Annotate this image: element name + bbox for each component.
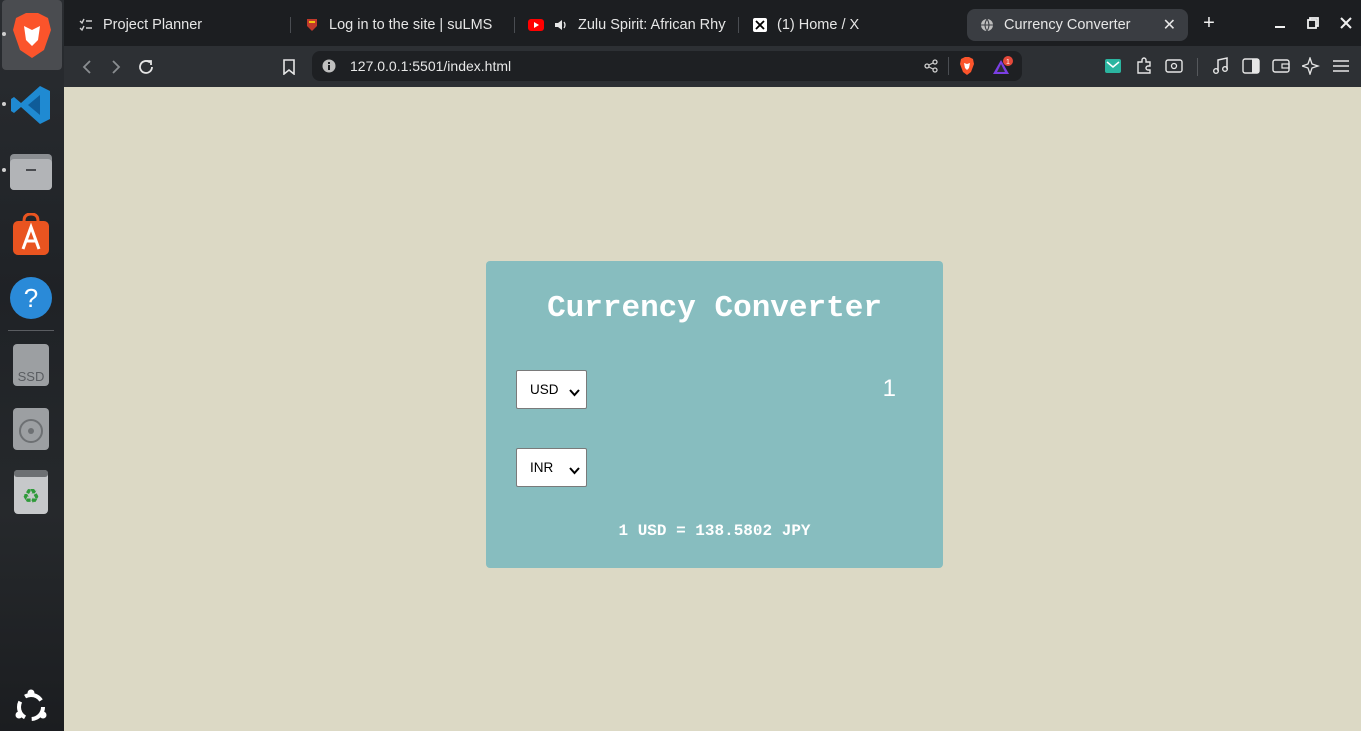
- web-page-content: Currency Converter USD 1 INR 1 USD = 138…: [64, 87, 1361, 731]
- vscode-dock-icon[interactable]: [8, 82, 54, 128]
- svg-text:1: 1: [1006, 59, 1010, 66]
- ubuntu-dock: ? SSD ♻: [0, 0, 64, 731]
- to-currency-value: INR: [530, 460, 554, 475]
- page-title: Currency Converter: [547, 291, 882, 326]
- new-tab-button[interactable]: +: [1201, 12, 1217, 34]
- tab-label: Currency Converter: [1004, 17, 1131, 33]
- trash-dock-icon[interactable]: ♻: [8, 469, 54, 515]
- converter-card: Currency Converter USD 1 INR 1 USD = 138…: [486, 261, 943, 568]
- files-dock-icon[interactable]: [8, 148, 54, 194]
- x-logo-icon: [752, 17, 768, 33]
- ssd-drive-dock-icon[interactable]: SSD: [8, 342, 54, 388]
- amount-input[interactable]: 1: [883, 375, 896, 403]
- wallet-icon[interactable]: [1271, 56, 1291, 76]
- sidebar-toggle-icon[interactable]: [1241, 56, 1261, 76]
- show-apps-icon[interactable]: [8, 684, 54, 730]
- brave-browser-dock-icon[interactable]: [2, 0, 62, 70]
- youtube-icon: [528, 17, 544, 33]
- maximize-window-icon[interactable]: [1305, 15, 1321, 31]
- tab-label: Log in to the site | suLMS: [329, 17, 493, 33]
- tab-label: (1) Home / X: [777, 17, 860, 33]
- svg-text:SSD: SSD: [18, 369, 45, 384]
- from-currency-value: USD: [530, 382, 559, 397]
- help-dock-icon[interactable]: ?: [8, 275, 54, 321]
- close-window-icon[interactable]: [1338, 15, 1354, 31]
- url-text: 127.0.0.1:5501/index.html: [350, 58, 512, 74]
- media-music-icon[interactable]: [1211, 56, 1231, 76]
- bookmark-icon[interactable]: [278, 56, 300, 78]
- tab-zulu-spirit[interactable]: Zulu Spirit: African Rhyt: [528, 9, 726, 41]
- leo-ai-icon[interactable]: [1301, 56, 1321, 76]
- share-icon[interactable]: [924, 59, 938, 78]
- minimize-window-icon[interactable]: [1272, 15, 1288, 31]
- tab-label: Project Planner: [103, 17, 203, 33]
- tab-separator: [738, 17, 739, 33]
- to-currency-select[interactable]: INR: [516, 448, 587, 487]
- running-indicator: [2, 168, 6, 172]
- forward-button[interactable]: [105, 56, 127, 78]
- app-center-dock-icon[interactable]: [8, 212, 54, 258]
- hamburger-menu-icon[interactable]: [1331, 56, 1351, 76]
- shield-crest-icon: [304, 17, 320, 33]
- tab-separator: [290, 17, 291, 33]
- reload-button[interactable]: [135, 56, 157, 78]
- close-tab-icon[interactable]: ✕: [1163, 15, 1176, 35]
- svg-text:♻: ♻: [22, 484, 40, 508]
- tab-project-planner[interactable]: Project Planner: [78, 9, 288, 41]
- email-extension-icon[interactable]: [1103, 56, 1123, 76]
- brave-rewards-icon[interactable]: 1: [992, 56, 1014, 81]
- from-currency-select[interactable]: USD: [516, 370, 587, 409]
- toolbar-divider: [1197, 58, 1198, 76]
- speaker-icon[interactable]: [553, 17, 569, 33]
- optical-drive-dock-icon[interactable]: [8, 406, 54, 452]
- globe-icon: [979, 17, 995, 33]
- chevron-down-icon: [569, 463, 580, 478]
- address-bar-divider: [948, 57, 949, 75]
- svg-text:?: ?: [24, 283, 38, 313]
- tab-sulms-login[interactable]: Log in to the site | suLMS: [304, 9, 514, 41]
- back-button[interactable]: [76, 56, 98, 78]
- tab-currency-converter[interactable]: Currency Converter ✕: [967, 9, 1188, 41]
- address-bar[interactable]: 127.0.0.1:5501/index.html 1: [312, 51, 1022, 81]
- tab-x-home[interactable]: (1) Home / X: [752, 9, 952, 41]
- checklist-icon: [78, 17, 94, 33]
- extensions-puzzle-icon[interactable]: [1134, 56, 1154, 76]
- chevron-down-icon: [569, 385, 580, 400]
- screenshot-extension-icon[interactable]: [1164, 56, 1184, 76]
- tab-separator: [514, 17, 515, 33]
- running-indicator: [2, 32, 6, 36]
- browser-tab-bar: Project Planner Log in to the site | suL…: [64, 0, 1361, 46]
- site-info-icon[interactable]: [322, 59, 336, 78]
- exchange-rate-text: 1 USD = 138.5802 JPY: [618, 522, 811, 540]
- dock-separator: [8, 330, 54, 331]
- browser-toolbar: 127.0.0.1:5501/index.html 1: [64, 46, 1361, 87]
- running-indicator: [2, 102, 6, 106]
- brave-shields-icon[interactable]: [958, 56, 976, 81]
- tab-label: Zulu Spirit: African Rhyt: [578, 17, 726, 33]
